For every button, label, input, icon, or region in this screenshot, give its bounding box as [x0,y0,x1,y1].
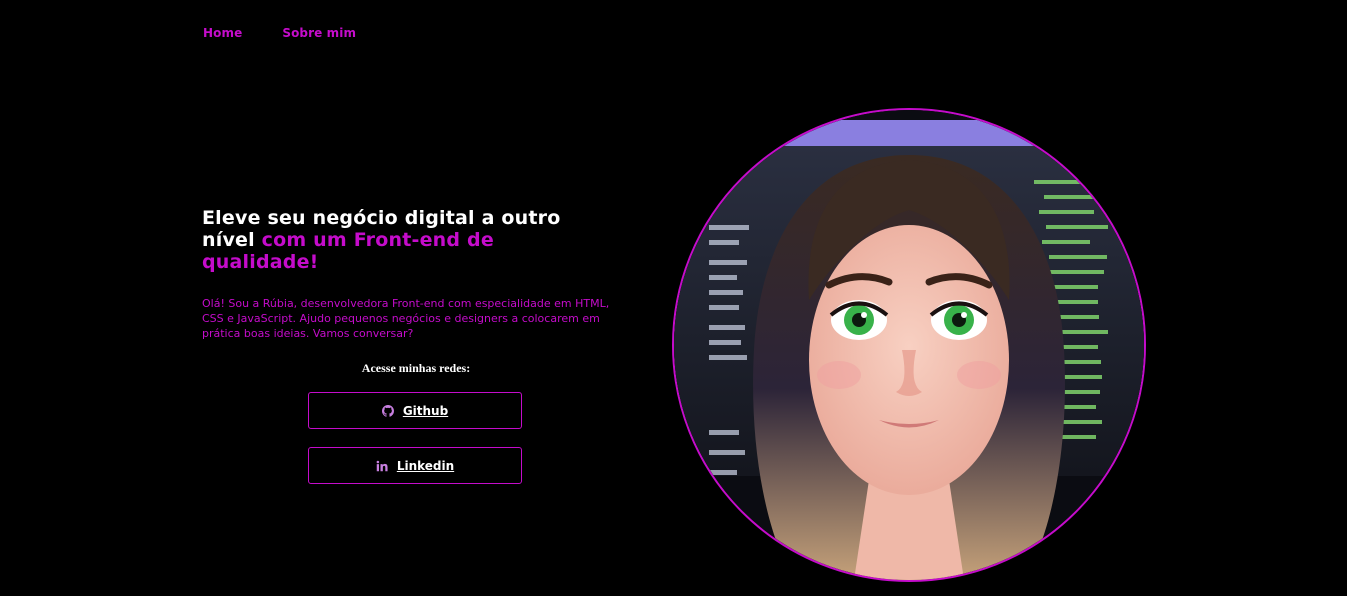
linkedin-icon [376,460,388,472]
hero-headline: Eleve seu negócio digital a outro nível … [202,207,602,273]
portrait-illustration [674,110,1144,580]
top-nav: Home Sobre mim [203,26,356,40]
hero-intro-text: Olá! Sou a Rúbia, desenvolvedora Front-e… [202,297,610,340]
nav-home-link[interactable]: Home [203,26,242,40]
github-icon [381,404,394,417]
github-button-label: Github [402,403,449,418]
profile-portrait [672,108,1146,582]
social-title: Acesse minhas redes: [361,361,471,375]
nav-about-link[interactable]: Sobre mim [282,26,356,40]
github-button[interactable]: Github [308,392,522,429]
linkedin-button-label: Linkedin [396,458,455,473]
linkedin-button[interactable]: Linkedin [308,447,522,484]
